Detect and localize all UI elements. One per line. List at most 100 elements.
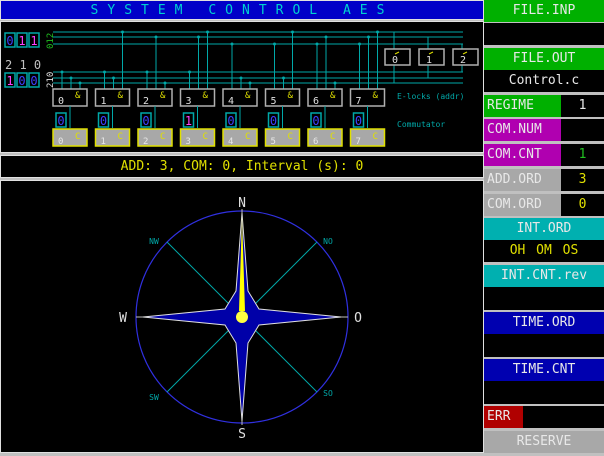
switch-number: 1: [101, 137, 106, 147]
wire-junction: [206, 30, 209, 34]
com-num-row: COM.NUM: [484, 119, 604, 142]
wire-junction: [315, 42, 319, 46]
wire-junction: [69, 76, 73, 80]
commutator-value: 0: [270, 114, 277, 128]
switch-number: 4: [228, 137, 233, 147]
wire-junction: [145, 70, 149, 74]
file-inp-field[interactable]: [484, 23, 604, 45]
wire-junction: [291, 30, 294, 34]
switch-symbol: C: [160, 132, 165, 142]
gate-symbol: &: [288, 91, 294, 101]
wire-junction: [333, 81, 337, 85]
com-ord-value: 0: [561, 194, 604, 216]
commutator-value: 0: [142, 114, 149, 128]
file-out-field[interactable]: Control.c: [484, 70, 604, 92]
add-ord-row: ADD.ORD 3: [484, 169, 604, 191]
wire-junction: [60, 70, 64, 74]
gate-symbol: &: [330, 91, 336, 101]
err-value: [523, 406, 604, 428]
file-inp-button[interactable]: FILE.INP: [484, 0, 604, 22]
gate-symbol: &: [118, 91, 124, 101]
switch-number: 6: [313, 137, 318, 147]
compass-panel: N S W O NW NO SW SO: [0, 180, 484, 453]
wire-junction: [78, 81, 82, 85]
switch-symbol: C: [245, 132, 250, 142]
bottom-bit: 0: [30, 74, 37, 88]
label-west: W: [119, 311, 127, 326]
file-out-button[interactable]: FILE.OUT: [484, 48, 604, 70]
status-line: ADD: 3, COM: 0, Interval (s): 0: [0, 155, 484, 178]
time-cnt-value: [484, 381, 604, 404]
switch-symbol: C: [203, 132, 208, 142]
switch-number: 0: [58, 137, 63, 147]
circuit-panel: 0111002 1 0 012 210 0 & 0 0 C 1 & 0 1 C 2 & 0 2 C 3 & 1 3 C 4 & 0…: [0, 21, 484, 153]
gate-number: 0: [58, 96, 64, 107]
gate-number: 6: [313, 96, 319, 107]
regime-value: 1: [561, 95, 604, 117]
wire-junction: [188, 70, 191, 74]
commutator-value: 0: [227, 114, 234, 128]
gate-symbol: &: [160, 91, 166, 101]
add-ord-button[interactable]: ADD.ORD: [484, 169, 561, 191]
com-num-button[interactable]: COM.NUM: [484, 119, 561, 141]
wire-junction: [248, 81, 252, 85]
gate-symbol: &: [245, 91, 251, 101]
commutator-value: 0: [100, 114, 107, 128]
com-cnt-row: COM.CNT 1: [484, 144, 604, 166]
output-number: 2: [460, 55, 466, 66]
wire-junction: [376, 30, 379, 34]
switch-number: 3: [186, 137, 191, 147]
wire-junction: [197, 35, 200, 39]
switch-number: 2: [143, 137, 148, 147]
wire-junction: [103, 70, 106, 74]
com-cnt-button[interactable]: COM.CNT: [484, 144, 561, 166]
switch-symbol: C: [373, 132, 378, 142]
regime-button[interactable]: REGIME: [484, 95, 561, 117]
elocks-label: E-locks (addr): [397, 92, 464, 101]
int-ord-button[interactable]: INT.ORD: [484, 218, 604, 240]
label-so: SO: [323, 389, 333, 398]
reserve-button[interactable]: RESERVE: [484, 431, 604, 453]
output-number: 0: [392, 55, 398, 66]
err-button[interactable]: ERR: [484, 406, 523, 428]
wire-junction: [230, 42, 234, 46]
app-title: SYSTEM CONTROL AES: [0, 0, 484, 20]
commutator-value: 0: [57, 114, 64, 128]
switch-symbol: C: [330, 132, 335, 142]
wire-junction: [273, 42, 276, 46]
output-number: 1: [426, 55, 432, 66]
commutator-value: 0: [312, 114, 319, 128]
compass-rose: N S W O NW NO SW SO: [119, 196, 362, 442]
compass-center: [236, 311, 248, 323]
wire-junction: [324, 35, 328, 39]
wire-junction: [282, 76, 285, 80]
top-bit: 1: [18, 34, 25, 48]
int-cnt-value: [484, 287, 604, 310]
gate-number: 4: [228, 96, 234, 107]
top-bus-label: 012: [46, 33, 56, 49]
label-no: NO: [323, 237, 333, 246]
time-ord-button[interactable]: TIME.ORD: [484, 312, 604, 334]
circuit-diagram: 0 1 11 0 02 1 00122100 &00 C1 &01 C2 &02 C3 &13 C4 &0…: [4, 30, 479, 147]
time-cnt-button[interactable]: TIME.CNT: [484, 359, 604, 381]
gate-number: 1: [101, 96, 107, 107]
wire-junction: [112, 76, 115, 80]
wire-junction: [163, 81, 167, 85]
gate-number: 2: [143, 96, 149, 107]
com-ord-button[interactable]: COM.ORD: [484, 194, 561, 216]
gate-number: 3: [186, 96, 192, 107]
add-ord-value: 3: [561, 169, 604, 191]
label-south: S: [238, 427, 246, 442]
bottom-bit: 1: [6, 74, 13, 88]
int-cnt-rev-button[interactable]: INT.CNT.rev: [484, 265, 604, 287]
bottom-bit: 0: [18, 74, 25, 88]
label-east: O: [354, 311, 362, 326]
wire-junction: [121, 30, 124, 34]
switch-number: 7: [356, 137, 361, 147]
time-ord-value: [484, 334, 604, 357]
top-bit: 1: [30, 34, 37, 48]
wire-junction: [367, 35, 370, 39]
wire-junction: [154, 35, 158, 39]
wire-junction: [358, 42, 361, 46]
bit-positions: 2 1 0: [5, 58, 41, 72]
